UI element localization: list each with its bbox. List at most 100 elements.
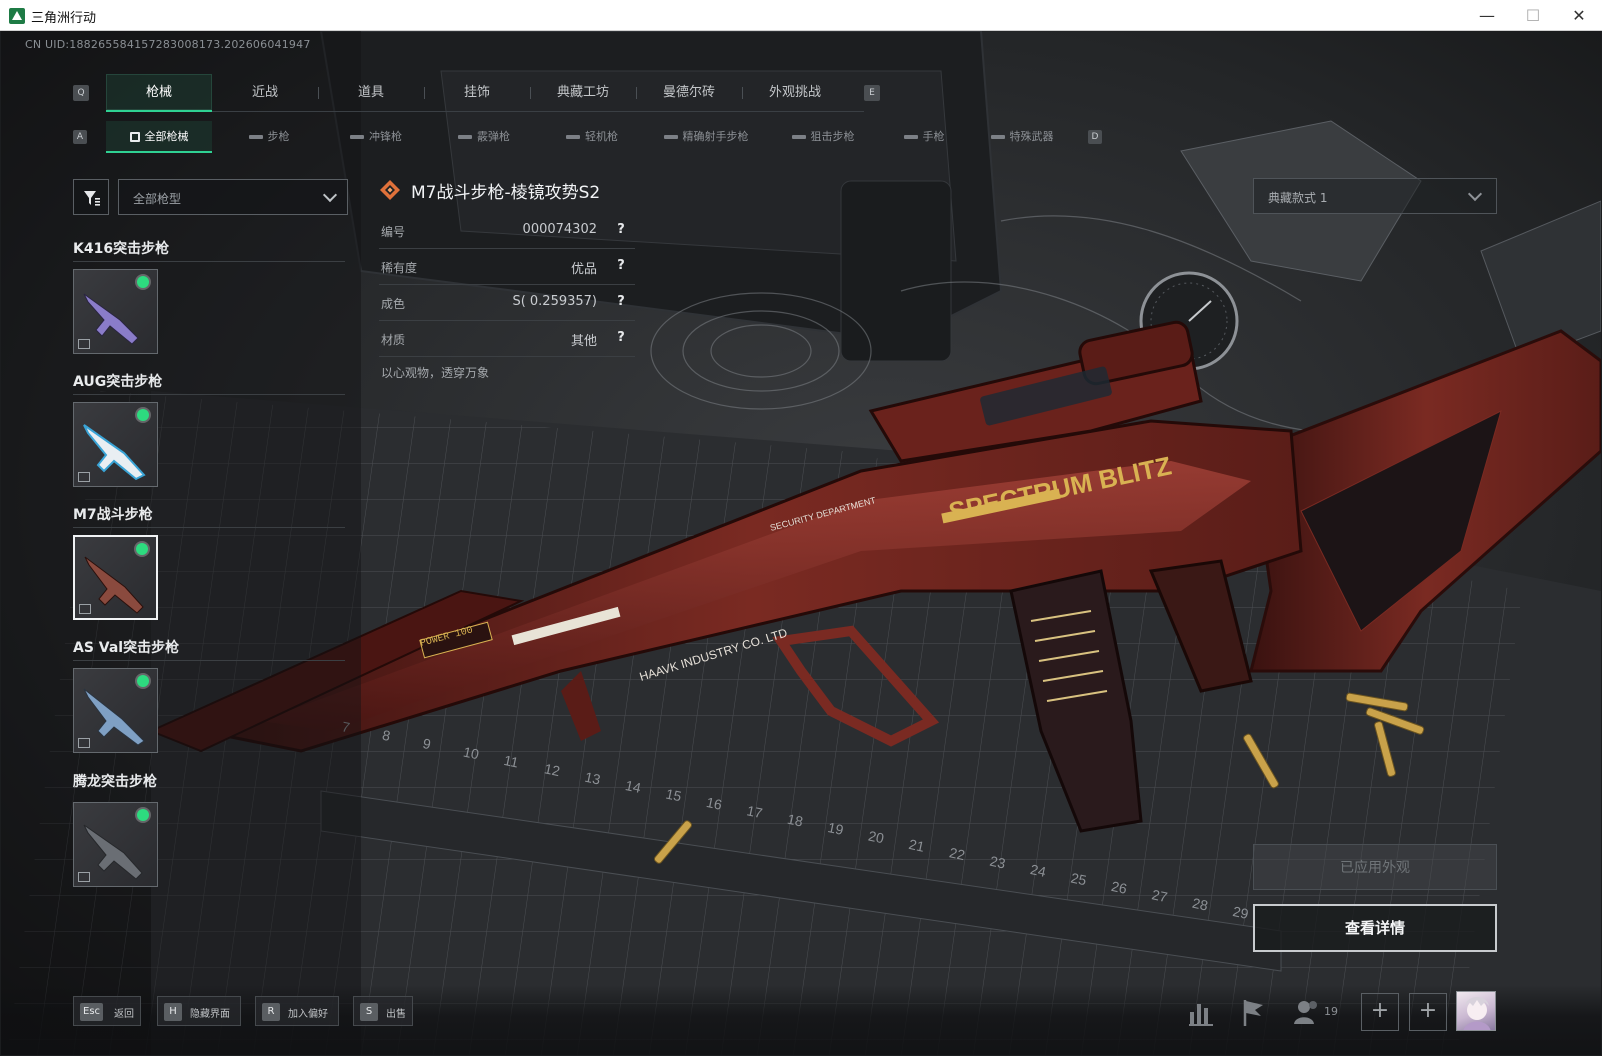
hint-back[interactable]: Esc 返回 [73,996,141,1026]
dmr-icon [663,135,678,139]
category-tabs: 枪械 近战 道具 挂饰 典藏工坊 曼德尔砖 外观挑战 [106,74,864,112]
weapon-thumbnail[interactable] [73,668,158,753]
subtab-shotgun[interactable]: 霰弹枪 [434,121,534,153]
applied-appearance-button[interactable]: 已应用外观 [1253,844,1497,890]
weapon-list-item[interactable]: 腾龙突击步枪 [73,771,345,887]
skin-title-row: M7战斗步枪-棱镜攻势S2 [379,177,679,203]
subtab-prev-key[interactable]: A [73,130,87,144]
view-details-button[interactable]: 查看详情 [1253,904,1497,952]
equipped-indicator [137,276,149,288]
tab-next-key[interactable]: E [864,85,880,101]
uid-label: CN UID:18826558415728300817​3.2026060419… [25,38,311,51]
close-icon[interactable]: ✕ [1556,0,1602,31]
tab-items[interactable]: 道具 [318,74,424,112]
weapon-list-item[interactable]: K416突击步枪 [73,238,345,354]
rifle-thumbnail-icon [83,824,143,880]
help-icon[interactable]: ? [613,294,629,310]
rifle-thumbnail-icon [83,688,145,746]
subtab-sniper[interactable]: 狙击步枪 [768,121,878,153]
weapon-thumbnail[interactable] [73,802,158,887]
weapon-list-item[interactable]: M7战斗步枪 [73,504,345,620]
skin-description: 以心观物，透穿万象 [381,366,490,380]
tab-challenges[interactable]: 外观挑战 [742,74,848,112]
app-logo-icon [9,8,25,24]
maximize-icon[interactable]: ☐ [1510,0,1556,31]
weapon-name: K416突击步枪 [73,238,345,262]
image-icon [78,339,90,349]
avatar[interactable] [1456,991,1496,1031]
plus-icon[interactable]: + [1409,993,1447,1031]
info-value: 其他 [570,334,597,349]
subtab-dmr[interactable]: 精确射手步枪 [646,121,766,153]
filter-button[interactable] [73,179,109,215]
gun-type-select-value: 全部枪型 [133,192,182,206]
rarity-diamond-icon [380,180,400,200]
help-icon[interactable]: ? [613,222,629,238]
chevron-down-icon [1467,186,1483,202]
weapon-list-item[interactable]: AUG突击步枪 [73,371,345,487]
pistol-icon [903,135,918,139]
image-icon [78,738,90,748]
weapon-name: AS Val突击步枪 [73,637,345,661]
help-icon[interactable]: ? [613,258,629,274]
key-badge: Esc [80,1003,104,1021]
bar-chart-icon[interactable] [1187,996,1217,1030]
weapon-name: 腾龙突击步枪 [73,774,157,790]
rifle-thumbnail-icon [83,424,146,481]
subtab-pistol[interactable]: 手枪 [884,121,964,153]
weapon-thumbnail-selected[interactable] [73,535,158,620]
info-row-serial: 编号 000074302 ? [379,213,635,249]
weapon-list-item[interactable]: AS Val突击步枪 [73,637,345,753]
smg-icon [350,135,364,139]
flag-icon[interactable] [1239,996,1269,1030]
subtab-lmg[interactable]: 轻机枪 [542,121,642,153]
key-badge: H [164,1003,182,1021]
info-row-material: 材质 其他 ? [379,321,635,357]
equipped-indicator [136,543,148,555]
avatar-image [1463,997,1491,1030]
hint-hide-ui[interactable]: H 隐藏界面 [157,996,241,1026]
weapon-thumbnail[interactable] [73,269,158,354]
gun-type-select[interactable]: 全部枪型 [118,179,348,215]
shotgun-icon [458,135,472,139]
tab-melee[interactable]: 近战 [212,74,318,112]
info-value: 优品 [570,262,597,277]
friends-icon[interactable] [1293,996,1321,1030]
subtab-rifle[interactable]: 步枪 [224,121,314,153]
sniper-icon [791,135,806,139]
grid-icon [129,132,140,142]
image-icon [78,872,90,882]
rifle-icon [248,135,263,139]
help-icon[interactable]: ? [613,330,629,346]
weapon-name: AUG突击步枪 [73,371,345,395]
weapon-thumbnail[interactable] [73,402,158,487]
info-value: 000074302 [522,222,597,237]
plus-icon[interactable]: + [1361,993,1399,1031]
info-row-rarity: 稀有度 优品 ? [379,249,635,285]
equipped-indicator [137,675,149,687]
tab-charms[interactable]: 挂饰 [424,74,530,112]
subtab-all-guns[interactable]: 全部枪械 [106,121,212,153]
window-titlebar: 三角洲行动 — ☐ ✕ [0,0,1602,31]
style-select[interactable]: 典藏款式 1 [1253,178,1497,214]
key-badge: S [360,1003,378,1021]
info-label: 成色 [381,297,406,311]
minimize-icon[interactable]: — [1464,0,1510,31]
info-label: 稀有度 [381,261,418,275]
tab-prev-key[interactable]: Q [73,85,89,101]
tab-workshop[interactable]: 典藏工坊 [530,74,636,112]
info-value: S( 0.259357) [512,294,597,309]
rifle-thumbnail-icon [84,556,144,614]
weapon-type-tabs: 全部枪械 步枪 冲锋枪 霰弹枪 轻机枪 精确射手步枪 狙击步枪 手枪 特殊武器 [106,121,1101,153]
subtab-next-key[interactable]: D [1088,130,1102,144]
subtab-smg[interactable]: 冲锋枪 [326,121,426,153]
hint-label: 隐藏界面 [190,1009,230,1020]
tab-guns[interactable]: 枪械 [106,74,212,112]
hint-sell[interactable]: S 出售 [353,996,413,1026]
hint-label: 加入偏好 [288,1009,328,1020]
skin-title: M7战斗步枪-棱镜攻势S2 [411,183,601,203]
hint-favorite[interactable]: R 加入偏好 [255,996,339,1026]
weapon-name: M7战斗步枪 [73,504,345,528]
subtab-special[interactable]: 特殊武器 [972,121,1072,153]
tab-mandel[interactable]: 曼德尔砖 [636,74,742,112]
